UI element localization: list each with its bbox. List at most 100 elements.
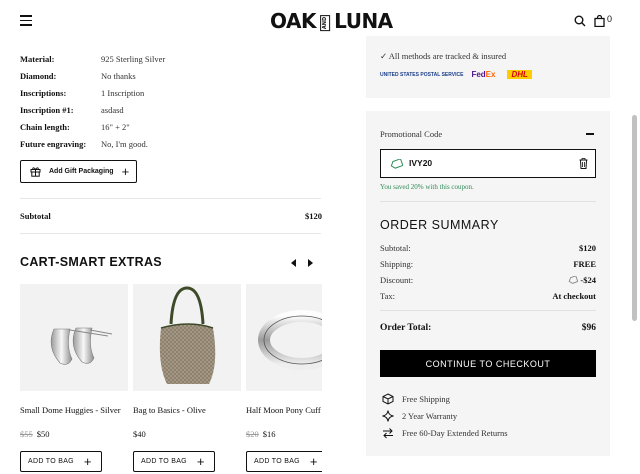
perk-warranty: 2 Year Warranty: [382, 410, 457, 422]
tracked-insured-text: ✓ All methods are tracked & insured: [380, 51, 507, 61]
shipping-methods-panel: ✓ All methods are tracked & insured UNIT…: [366, 36, 610, 98]
summary-row-subtotal: Subtotal: $120: [380, 243, 596, 253]
detail-value: 1 Inscription: [101, 87, 145, 98]
tag-icon: [569, 276, 579, 284]
summary-value: $120: [579, 243, 596, 253]
summary-value: -$24: [568, 275, 596, 285]
promo-saved-message: You saved 20% with this coupon.: [380, 183, 474, 191]
cuff-bracelet-image: [258, 310, 322, 370]
exchange-icon: [382, 427, 394, 439]
detail-value: asdasd: [101, 104, 124, 115]
detail-label: Diamond:: [20, 70, 57, 81]
shopping-bag-icon[interactable]: [594, 15, 605, 27]
summary-label: Discount:: [380, 275, 414, 285]
page-scrollbar[interactable]: [632, 115, 637, 321]
divider: [380, 310, 596, 311]
product-image[interactable]: [133, 284, 241, 391]
detail-row-diamond: Diamond: No thanks: [20, 67, 320, 84]
divider: [20, 198, 321, 199]
order-summary-panel: Promotional Code IVY20 You saved 20% wit…: [366, 111, 610, 456]
order-summary-title: ORDER SUMMARY: [380, 218, 499, 232]
search-icon[interactable]: [574, 15, 586, 27]
carousel-next-icon[interactable]: [308, 259, 313, 267]
collapse-minus-icon[interactable]: [586, 133, 594, 135]
order-total-row: Order Total: $96: [380, 323, 596, 333]
add-to-bag-button[interactable]: ADD TO BAG +: [246, 451, 322, 472]
box-icon: [382, 393, 394, 405]
detail-value: 16" + 2": [101, 121, 130, 132]
plus-icon: +: [309, 453, 318, 469]
promo-code-field[interactable]: IVY20: [380, 149, 596, 178]
continue-to-checkout-button[interactable]: CONTINUE TO CHECKOUT: [380, 350, 596, 377]
product-price: $55 $50: [20, 429, 50, 439]
detail-value: 925 Sterling Silver: [101, 53, 166, 64]
product-card[interactable]: Small Dome Huggies - Silver $55 $50 ADD T…: [20, 284, 128, 472]
product-name[interactable]: Bag to Basics - Olive: [133, 405, 206, 415]
brand-logo[interactable]: OAK AND LUNA: [270, 9, 393, 33]
add-to-bag-label: ADD TO BAG: [28, 458, 74, 465]
product-sale-price: $40: [133, 429, 146, 439]
mesh-tote-bag-image: [159, 286, 216, 384]
gift-icon: [30, 167, 41, 177]
usps-logo: UNITED STATES POSTAL SERVICE: [380, 71, 464, 78]
detail-label: Inscriptions:: [20, 87, 67, 98]
plus-icon: +: [83, 453, 92, 469]
plus-icon: +: [196, 453, 205, 469]
product-card[interactable]: Bag to Basics - Olive $40 ADD TO BAG +: [133, 284, 241, 472]
trash-icon[interactable]: [579, 158, 588, 169]
detail-row-material: Material: 925 Sterling Silver: [20, 50, 320, 67]
carousel-prev-icon[interactable]: [291, 259, 296, 267]
divider: [380, 201, 596, 202]
product-card[interactable]: Half Moon Pony Cuff $20 $16 ADD TO BAG +: [246, 284, 322, 472]
tag-icon: [390, 159, 403, 169]
product-image[interactable]: [20, 284, 128, 391]
product-sale-price: $50: [36, 429, 50, 439]
detail-row-inscriptions: Inscriptions: 1 Inscription: [20, 84, 320, 101]
applied-promo-code: IVY20: [409, 158, 433, 168]
product-old-price: $55: [20, 429, 33, 439]
perk-text: Free 60-Day Extended Returns: [402, 428, 508, 438]
summary-row-shipping: Shipping: FREE: [380, 259, 596, 269]
order-total-value: $96: [581, 323, 596, 333]
add-gift-packaging-button[interactable]: Add Gift Packaging +: [20, 160, 137, 183]
product-name[interactable]: Small Dome Huggies - Silver: [20, 405, 121, 415]
perk-free-shipping: Free Shipping: [382, 393, 450, 405]
plus-icon: +: [121, 163, 130, 179]
extras-title: CART-SMART EXTRAS: [20, 255, 162, 269]
subtotal-label: Subtotal: [20, 211, 51, 221]
fedex-logo: FedEx: [471, 70, 496, 79]
order-total-label: Order Total:: [380, 323, 432, 333]
promo-code-label[interactable]: Promotional Code: [380, 129, 442, 139]
item-details: Material: 925 Sterling Silver Diamond: N…: [20, 50, 320, 152]
product-name[interactable]: Half Moon Pony Cuff: [246, 405, 321, 415]
detail-label: Inscription #1:: [20, 104, 74, 115]
summary-row-tax: Tax: At checkout: [380, 291, 596, 301]
detail-label: Material:: [20, 53, 55, 64]
gift-button-label: Add Gift Packaging: [49, 168, 114, 175]
summary-value: At checkout: [552, 291, 596, 301]
hamburger-menu-icon[interactable]: [20, 15, 32, 26]
add-to-bag-label: ADD TO BAG: [141, 458, 187, 465]
product-price: $20 $16: [246, 429, 276, 439]
dhl-logo: DHL: [507, 70, 532, 79]
cart-count: 0: [607, 14, 613, 24]
summary-label: Tax:: [380, 291, 395, 301]
detail-row-inscription-1: Inscription #1: asdasd: [20, 101, 320, 118]
summary-value: FREE: [573, 259, 596, 269]
add-to-bag-button[interactable]: ADD TO BAG +: [20, 451, 102, 472]
add-to-bag-label: ADD TO BAG: [254, 458, 300, 465]
detail-row-chain-length: Chain length: 16" + 2": [20, 118, 320, 135]
perk-text: Free Shipping: [402, 394, 450, 404]
subtotal-value: $120: [305, 211, 322, 221]
huggie-earrings-image: [50, 327, 113, 365]
product-old-price: $20: [246, 429, 259, 439]
product-image[interactable]: [246, 284, 322, 391]
add-to-bag-button[interactable]: ADD TO BAG +: [133, 451, 215, 472]
detail-row-future-engraving: Future engraving: No, I'm good.: [20, 135, 320, 152]
carrier-logos: UNITED STATES POSTAL SERVICE FedEx DHL: [380, 70, 532, 79]
divider: [20, 233, 321, 234]
sparkle-icon: [382, 410, 394, 422]
summary-row-discount: Discount: -$24: [380, 275, 596, 285]
product-sale-price: $16: [262, 429, 276, 439]
perk-text: 2 Year Warranty: [402, 411, 458, 421]
